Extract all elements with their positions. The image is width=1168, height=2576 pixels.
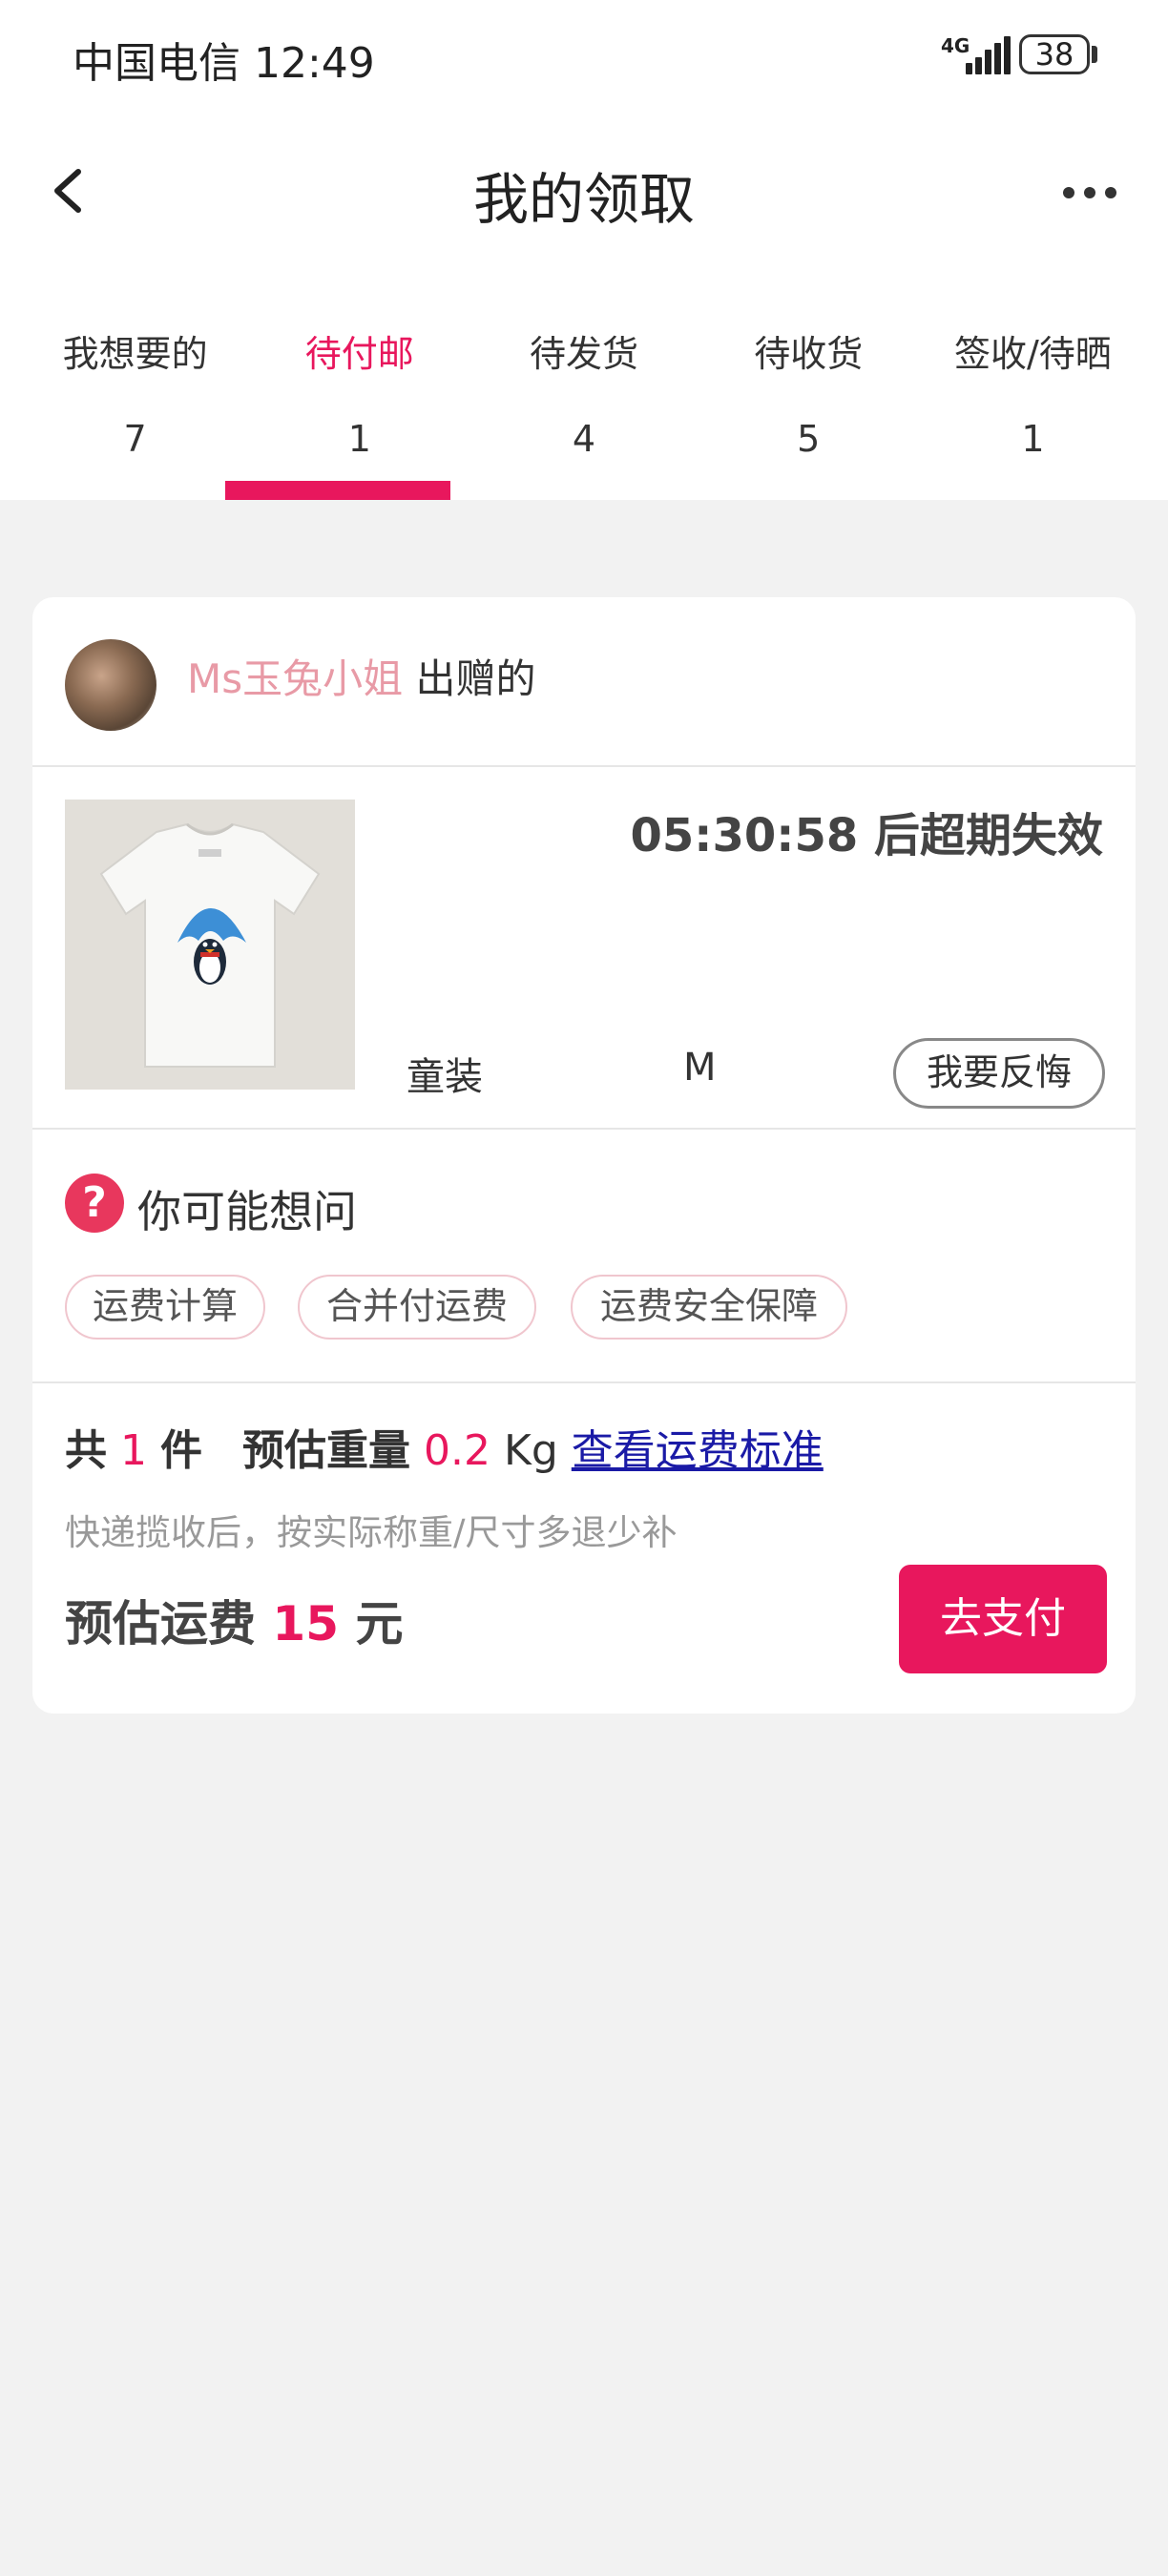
seller-name[interactable]: Ms玉兔小姐 — [187, 655, 403, 702]
divider — [32, 765, 1136, 767]
tab-count: 4 — [572, 418, 596, 460]
fee-value: 15 — [272, 1596, 340, 1652]
product-category: 童装 — [407, 1055, 483, 1099]
order-card: Ms玉兔小姐 出赠的 05:30:58 后超期失效 童装 M 我要反悔 ? 你可… — [32, 597, 1136, 1714]
nav-bar: 我的领取 — [0, 134, 1168, 248]
faq-chip-shipping-protection[interactable]: 运费安全保障 — [571, 1275, 847, 1340]
more-dot-icon — [1084, 187, 1095, 198]
tab-wanted[interactable]: 我想要的 7 — [23, 305, 247, 500]
tab-label: 签收/待晒 — [954, 333, 1112, 375]
tshirt-penguin-image — [65, 800, 355, 1090]
tab-pending-receipt[interactable]: 待收货 5 — [697, 305, 921, 500]
chevron-left-icon — [54, 169, 81, 213]
order-summary: 共 1 件 预估重量 0.2 Kg 查看运费标准 — [65, 1416, 824, 1477]
fee-unit: 元 — [355, 1596, 404, 1652]
weight-label: 预估重量 — [242, 1426, 410, 1475]
tab-count: 1 — [347, 418, 371, 460]
expiry-countdown: 05:30:58 后超期失效 — [630, 809, 1104, 862]
divider — [32, 1381, 1136, 1383]
tab-count: 1 — [1021, 418, 1045, 460]
tab-count: 5 — [797, 418, 821, 460]
fee-label: 预估运费 — [65, 1596, 256, 1652]
seller-suffix: 出赠的 — [415, 655, 536, 702]
battery-tip-icon — [1092, 46, 1097, 63]
faq-title: 你可能想问 — [137, 1186, 357, 1237]
tab-pending-shipment[interactable]: 待发货 4 — [471, 305, 696, 500]
tab-count: 7 — [123, 418, 147, 460]
tab-label: 待收货 — [754, 333, 864, 375]
carrier-time: 中国电信 12:49 — [73, 39, 375, 88]
more-button[interactable] — [1050, 172, 1126, 210]
signal-icon — [966, 36, 1011, 74]
tab-signed-review[interactable]: 签收/待晒 1 — [921, 305, 1145, 500]
estimated-fee: 预估运费 15 元 — [65, 1586, 403, 1654]
back-button[interactable] — [34, 153, 111, 229]
status-bar: 中国电信 12:49 4G 38 — [0, 0, 1168, 114]
item-count: 1 — [120, 1426, 147, 1475]
tab-pending-postage[interactable]: 待付邮 1 — [247, 305, 471, 500]
shipping-note: 快递揽收后，按实际称重/尺寸多退少补 — [65, 1512, 678, 1553]
weight-unit: Kg — [503, 1426, 558, 1475]
count-suffix: 件 — [160, 1426, 202, 1475]
tab-label: 我想要的 — [62, 333, 208, 375]
product-image[interactable] — [65, 800, 355, 1090]
faq-chip-merge-shipping[interactable]: 合并付运费 — [298, 1275, 536, 1340]
question-icon: ? — [65, 1174, 124, 1233]
active-tab-indicator — [225, 481, 450, 500]
faq-chip-shipping-calc[interactable]: 运费计算 — [65, 1275, 265, 1340]
page-title: 我的领取 — [472, 167, 695, 232]
pay-button[interactable]: 去支付 — [899, 1565, 1107, 1673]
order-tabs: 我想要的 7 待付邮 1 待发货 4 待收货 5 签收/待晒 1 — [23, 305, 1145, 500]
product-size: M — [683, 1046, 717, 1090]
regret-button[interactable]: 我要反悔 — [893, 1038, 1105, 1109]
seller-line: Ms玉兔小姐 出赠的 — [187, 647, 536, 705]
tab-label: 待付邮 — [304, 333, 414, 375]
more-dot-icon — [1063, 187, 1074, 198]
shipping-standard-link[interactable]: 查看运费标准 — [572, 1426, 824, 1475]
tab-label: 待发货 — [530, 333, 639, 375]
divider — [32, 1128, 1136, 1130]
more-dot-icon — [1105, 187, 1116, 198]
battery-level: 38 — [1019, 34, 1090, 74]
avatar[interactable] — [65, 639, 156, 731]
count-prefix: 共 — [65, 1426, 107, 1475]
weight-value: 0.2 — [424, 1426, 490, 1475]
